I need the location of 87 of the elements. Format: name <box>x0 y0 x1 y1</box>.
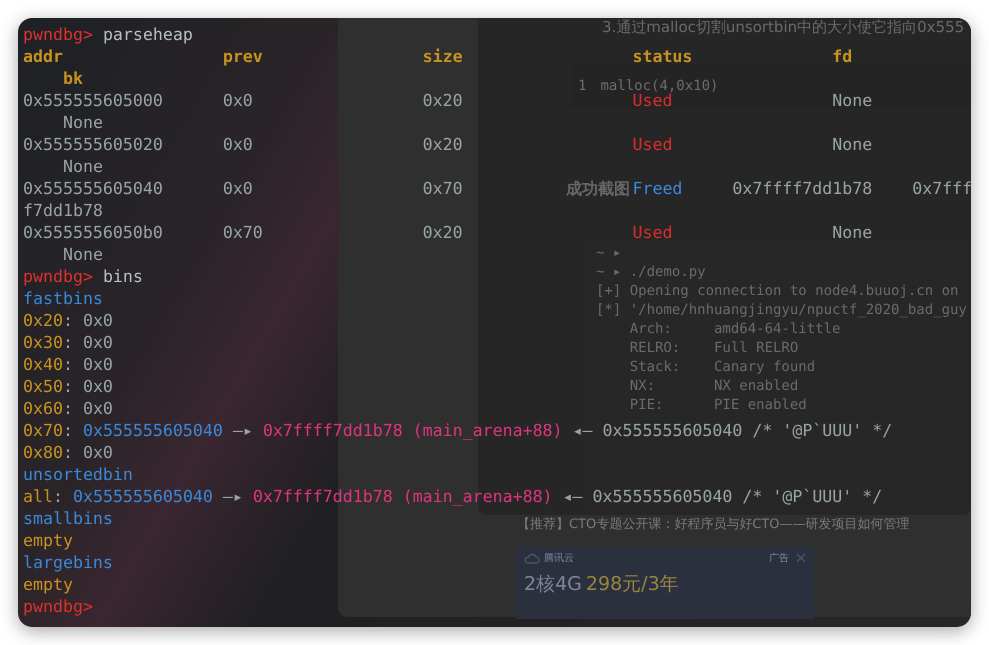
bin-label: empty <box>23 531 73 550</box>
output-text: : 0x0 <box>62 311 113 330</box>
output-text: 0x20 <box>422 223 463 242</box>
section-label: 0x555555605040 <box>82 421 223 440</box>
output-text: None <box>62 113 103 132</box>
column-header: fd <box>832 47 852 66</box>
output-text: 0x0 <box>222 179 253 198</box>
output-text: : 0x0 <box>62 443 113 462</box>
output-text: ◂— 0x555555605040 /* '@P`UUU' */ <box>572 421 892 440</box>
column-header: status <box>632 47 692 66</box>
section-label: unsortedbin <box>23 465 133 484</box>
terminal-line: [*] '/home/hnhuangjingyu/npuctf_2020_bad_guy <box>596 301 967 320</box>
ad-price: 298元/3年 <box>586 572 679 597</box>
status-text: Used <box>632 223 672 242</box>
bin-label: 0x40 <box>23 355 63 374</box>
terminal-line: NX: NX enabled <box>628 377 798 396</box>
bin-label: empty <box>23 575 73 594</box>
output-text: 0x0 <box>222 91 253 110</box>
output-text: None <box>62 157 103 176</box>
output-text: 0x555555605040 <box>23 179 163 198</box>
status-text: Used <box>632 135 672 154</box>
bin-label: 0x70 <box>23 421 63 440</box>
output-text: : <box>52 487 63 506</box>
section-heading: 成功截图 <box>566 179 630 200</box>
output-text: : 0x0 <box>62 377 113 396</box>
prompt-text: pwndbg> <box>23 25 93 44</box>
output-text: 0x0 <box>222 135 253 154</box>
symbol-text: 0x7ffff7dd1b78 (main_arena+88) <box>252 487 553 506</box>
section-label: 0x555555605040 <box>72 487 213 506</box>
column-header: prev <box>222 47 263 66</box>
terminal-line: ~ ▸ ./demo.py <box>596 263 706 282</box>
output-text: —▸ <box>232 421 253 440</box>
code-text: malloc(4,0x10) <box>600 78 718 94</box>
section-label: smallbins <box>23 509 113 528</box>
prompt-text: pwndbg> <box>23 597 93 616</box>
output-text: None <box>832 91 872 110</box>
terminal-line: Stack: Canary found <box>628 358 816 377</box>
output-text: 0x7fff <box>912 179 971 198</box>
terminal-line: ~ ▸ <box>596 244 622 263</box>
bin-label: 0x60 <box>23 399 63 418</box>
output-text: None <box>832 223 872 242</box>
output-text: 0x555555605000 <box>23 91 163 110</box>
bin-label: 0x80 <box>23 443 63 462</box>
article-heading: 3.通过malloc切割unsortbin中的大小使它指向0x555 <box>602 18 964 37</box>
output-text: 0x5555556050b0 <box>23 223 163 242</box>
column-header: size <box>422 47 463 66</box>
output-text: 0x70 <box>422 179 463 198</box>
terminal-line: [+] Opening connection to node4.buuoj.cn on <box>596 282 958 301</box>
bin-label: 0x30 <box>23 333 63 352</box>
symbol-text: 0x7ffff7dd1b78 (main_arena+88) <box>262 421 563 440</box>
output-text: —▸ <box>222 487 243 506</box>
output-text: : 0x0 <box>62 355 113 374</box>
cloud-icon <box>524 552 540 564</box>
output-text: 0x20 <box>422 91 463 110</box>
ad-headline: 2核4G <box>524 572 582 597</box>
status-text: Used <box>632 91 672 110</box>
output-text: : <box>62 421 73 440</box>
output-text: ◂— 0x555555605040 /* '@P`UUU' */ <box>562 487 882 506</box>
output-text: 0x555555605020 <box>23 135 163 154</box>
bin-label: 0x50 <box>23 377 63 396</box>
ad-label: 广告 <box>766 551 792 565</box>
output-text: 0x7ffff7dd1b78 <box>732 179 872 198</box>
output-text: f7dd1b78 <box>23 201 103 220</box>
command-text: bins <box>102 267 143 286</box>
output-text: 0x70 <box>222 223 263 242</box>
bin-label: all <box>23 487 53 506</box>
section-label: fastbins <box>23 289 103 308</box>
command-text: parseheap <box>102 25 193 44</box>
output-text: 0x20 <box>422 135 463 154</box>
terminal-line: Arch: amd64-64-little <box>628 320 840 339</box>
prompt-text: pwndbg> <box>23 267 93 286</box>
output-text: : 0x0 <box>62 333 113 352</box>
output-text: None <box>62 245 103 264</box>
ad-banner[interactable]: 腾讯云 广告 2核4G 298元/3年 <box>516 547 814 619</box>
ad-brand: 腾讯云 <box>544 552 574 565</box>
output-text: : 0x0 <box>62 399 113 418</box>
column-header: addr <box>23 47 63 66</box>
bin-label: 0x20 <box>23 311 63 330</box>
status-text: Freed <box>632 179 682 198</box>
output-text: None <box>832 135 872 154</box>
line-number: 1 <box>578 78 586 94</box>
close-icon[interactable] <box>796 553 806 563</box>
terminal-line: RELRO: Full RELRO <box>628 339 798 358</box>
section-label: largebins <box>23 553 113 572</box>
recommendation-link[interactable]: 【推荐】CTO专题公开课：好程序员与好CTO——研发项目如何管理 <box>517 515 910 533</box>
terminal-line: PIE: PIE enabled <box>628 396 807 415</box>
column-header: bk <box>62 69 83 88</box>
